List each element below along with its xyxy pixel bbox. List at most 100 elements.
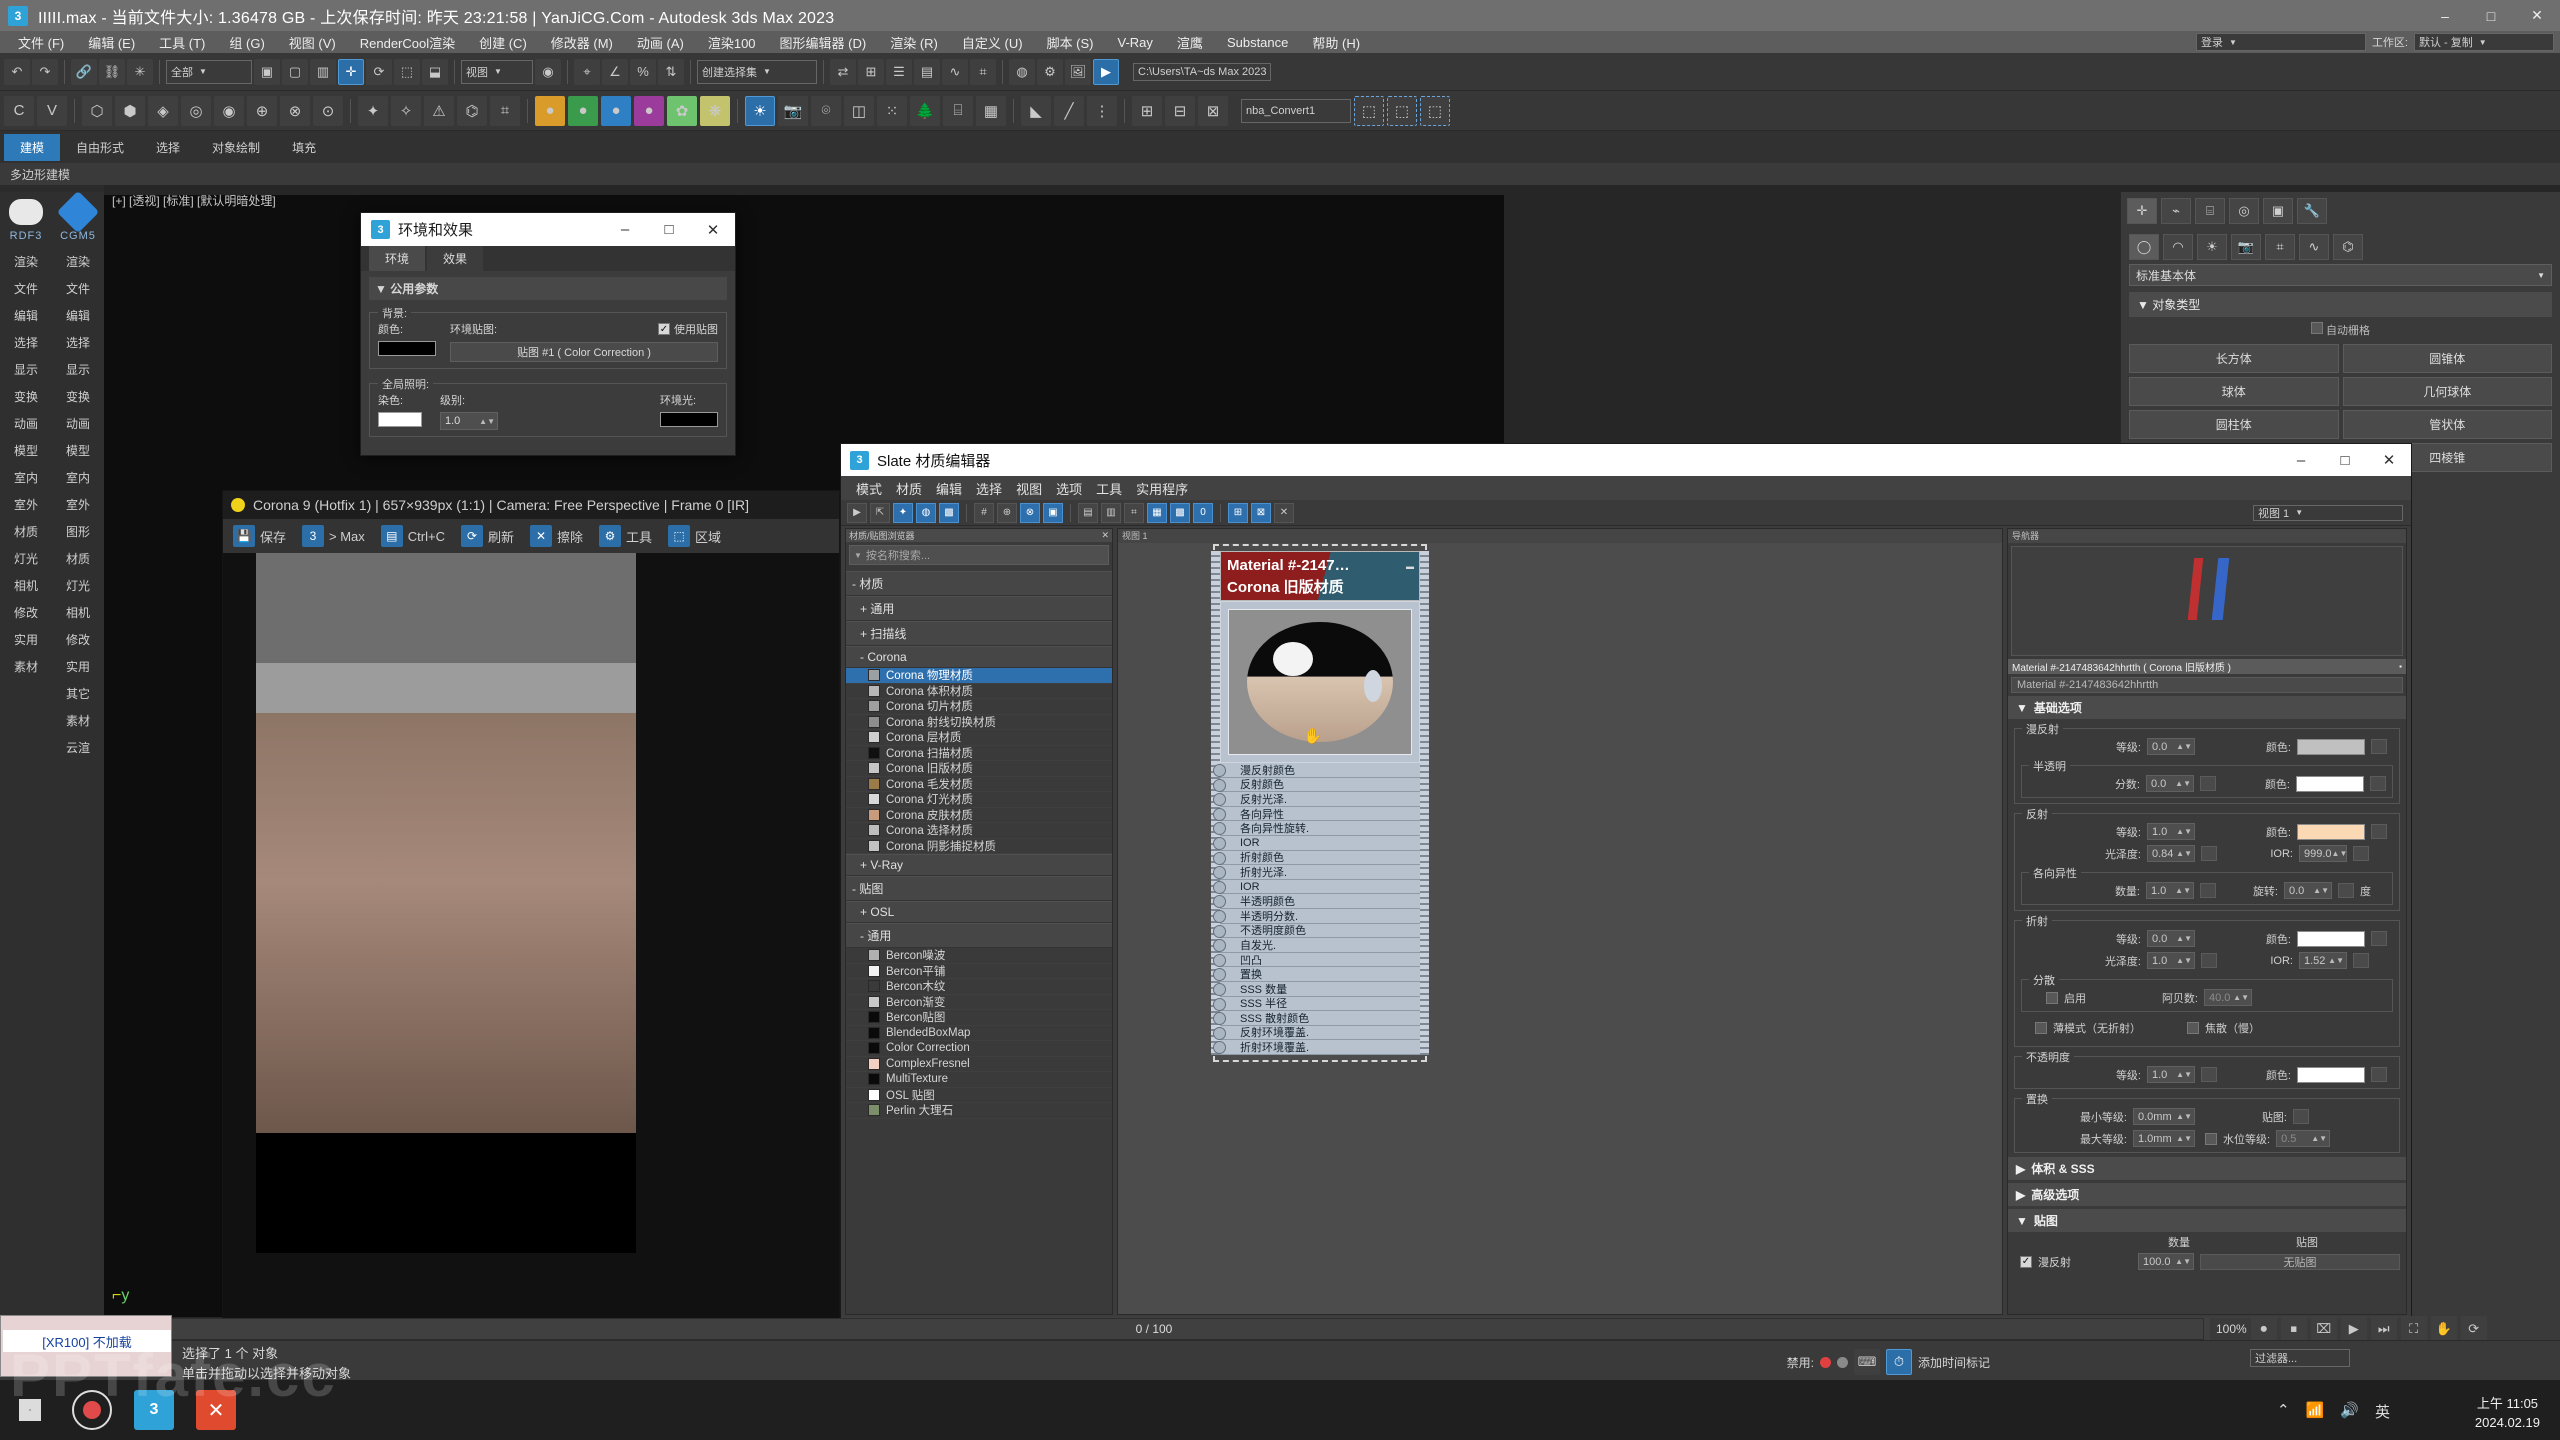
grid-toggle-icon[interactable]: ⊞ (1228, 502, 1248, 523)
script-toolbar-cgm5[interactable]: CGM5 渲染 文件 编辑 选择 显示 变换 动画 模型 室内 室外 图形 材质 灯光 相机 修改 实用 其它 素材… (52, 190, 104, 1340)
vfb-button-Ctrl+C[interactable]: ▤ Ctrl+C (375, 523, 451, 549)
show-shaded-icon[interactable]: ◍ (916, 502, 936, 523)
slate-menu-选择[interactable]: 选择 (969, 479, 1009, 498)
vbar-item-编辑[interactable]: 编辑 (66, 302, 90, 329)
spinner-arrows-icon[interactable]: ▲▼ (2332, 849, 2350, 858)
slot-connector-icon[interactable] (1213, 778, 1226, 792)
lights-icon[interactable]: ☀ (2197, 234, 2227, 260)
reference-coord-combo[interactable]: 视图 ▼ (461, 59, 533, 84)
windows-taskbar[interactable]: 3 ✕ 上午 11:05 2024.02.19 ⌃ 📶 🔊 英 (0, 1380, 2560, 1440)
lay-out-children-icon[interactable]: ⌗ (1124, 502, 1144, 523)
disp-max-spinner[interactable]: 1.0mm ▲▼ (2133, 1130, 2195, 1147)
selection-filter-combo[interactable]: 全部 ▼ (166, 59, 252, 84)
play-icon[interactable]: ▶ (2340, 1316, 2367, 1342)
vbar-item-室外[interactable]: 室外 (66, 491, 90, 518)
color-tool-2-icon[interactable]: ● (568, 95, 598, 126)
chevron-down-icon[interactable]: ▼ (854, 551, 862, 560)
systems-icon[interactable]: ⌬ (2333, 234, 2363, 260)
menu-item-0[interactable]: 文件 (F) (6, 33, 76, 52)
node-preview-panel[interactable]: ✋ (1220, 601, 1420, 763)
named-selection-combo[interactable]: 创建选择集 ▼ (697, 59, 817, 84)
vbar-item-动画[interactable]: 动画 (66, 410, 90, 437)
curve-editor-icon[interactable]: ∿ (942, 58, 968, 85)
command-panel-tabs[interactable]: ✛ ⌁ ⌸ ◎ ▣ 🔧 (2121, 192, 2560, 230)
node-slot-半透明颜色[interactable]: 半透明颜色 (1213, 894, 1420, 909)
window-controls[interactable]: – □ ✕ (2422, 0, 2560, 31)
spacewarps-icon[interactable]: ∿ (2299, 234, 2329, 260)
scatter-tool-icon[interactable]: ⁙ (877, 95, 907, 126)
diffuse-map-slot[interactable] (2371, 739, 2387, 754)
reflection-level-spinner[interactable]: 1.0 ▲▼ (2147, 823, 2195, 840)
ambient-color-swatch[interactable] (660, 412, 718, 427)
vfb-image-area[interactable] (223, 553, 839, 1319)
vbar-item-显示[interactable]: 显示 (66, 356, 90, 383)
layer-manager-icon[interactable]: ☰ (886, 58, 912, 85)
node-slot-折射颜色[interactable]: 折射颜色 (1213, 850, 1420, 866)
vbar-item-素材[interactable]: 素材 (14, 653, 38, 680)
ribbon-tab-填充[interactable]: 填充 (276, 134, 332, 161)
slate-menubar[interactable]: 模式 材质 编辑 选择 视图 选项 工具 实用程序 (841, 476, 2411, 500)
opacity-color-swatch[interactable] (2297, 1066, 2365, 1083)
show-map-icon[interactable]: ▥ (1101, 502, 1121, 523)
floor-tool-icon[interactable]: ▦ (976, 95, 1006, 126)
refraction-color-swatch[interactable] (2297, 930, 2365, 947)
menu-item-6[interactable]: 创建 (C) (467, 33, 539, 52)
vbar-item-云渲[interactable]: 云渲 (66, 734, 90, 761)
translucency-fraction-spinner[interactable]: 0.0 ▲▼ (2146, 775, 2194, 792)
zoom-extents-icon[interactable]: ⛶ (2400, 1316, 2427, 1342)
material-id-icon[interactable]: # (974, 502, 994, 523)
motion-tab[interactable]: ◎ (2229, 198, 2259, 224)
vbar-item-室外[interactable]: 室外 (14, 491, 38, 518)
script-tool-2-icon[interactable]: ✧ (391, 95, 421, 126)
object-button-几何球体[interactable]: 几何球体 (2342, 377, 2552, 406)
move-children-group-icon[interactable]: ▩ (1170, 502, 1190, 523)
menu-item-1[interactable]: 编辑 (E) (76, 33, 147, 52)
browser-item-Corona 毛发材质[interactable]: Corona 毛发材质 (846, 777, 1112, 792)
abbe-spinner[interactable]: 40.0 ▲▼ (2204, 989, 2252, 1006)
browser-item-MultiTexture[interactable]: MultiTexture (846, 1072, 1112, 1088)
vbar-item-室内[interactable]: 室内 (66, 464, 90, 491)
node-slot-各向异性旋转.[interactable]: 各向异性旋转. (1213, 821, 1420, 836)
refraction-ior-map-slot[interactable] (2353, 953, 2369, 968)
move-children-icon[interactable]: ⇱ (870, 502, 890, 523)
slot-connector-icon[interactable] (1213, 982, 1226, 996)
named-set-combo[interactable]: nba_Convert1 (1241, 98, 1351, 123)
plugin-toolbar[interactable]: C V ⬡ ⬢ ◈ ◎ ◉ ⊕ ⊗ ⊙ ✦ ✧ ⚠ ⌬ ⌗ ● ● ● ● ✿ … (0, 91, 2560, 131)
poly-tool-1-icon[interactable]: ⬡ (82, 95, 112, 126)
vfb-button-保存[interactable]: 💾 保存 (227, 523, 292, 549)
material-preview-sphere[interactable]: ✋ (1228, 609, 1412, 755)
environment-effects-dialog[interactable]: 3 环境和效果 – □ ✕ 环境 效果 ▼ 公用参数 背景: 颜色: 环境贴图:… (360, 212, 736, 456)
hierarchy-tab[interactable]: ⌸ (2195, 198, 2225, 224)
opacity-map-slot[interactable] (2371, 1067, 2387, 1082)
ribbon-tab-自由形式[interactable]: 自由形式 (60, 134, 140, 161)
material-editor-icon[interactable]: ◍ (1009, 58, 1035, 85)
maps-rollout-header[interactable]: ▼ 贴图 (2008, 1209, 2406, 1232)
spinner-arrows-icon[interactable]: ▲▼ (2176, 1070, 2194, 1079)
slate-close-button[interactable]: ✕ (2367, 444, 2411, 477)
delete-node-icon[interactable]: ✕ (1274, 502, 1294, 523)
node-slot-反射光泽.[interactable]: 反射光泽. (1213, 792, 1420, 807)
chevron-up-icon[interactable]: ⌃ (2277, 1401, 2290, 1422)
script-tool-5-icon[interactable]: ⌗ (490, 95, 520, 126)
script-tool-3-icon[interactable]: ⚠ (424, 95, 454, 126)
spinner-arrows-icon[interactable]: ▲▼ (479, 417, 497, 426)
node-slot-SSS 数量[interactable]: SSS 数量 (1213, 981, 1420, 997)
render-frame-icon[interactable]: 🖼 (1065, 58, 1091, 85)
key-mode-icon[interactable]: ⌨ (1853, 1349, 1880, 1375)
menu-item-2[interactable]: 工具 (T) (147, 33, 217, 52)
browser-item-Bercon木纹[interactable]: Bercon木纹 (846, 979, 1112, 995)
vbar-item-模型[interactable]: 模型 (14, 437, 38, 464)
checkbox-icon[interactable]: ✓ (2020, 1255, 2032, 1268)
reflection-color-swatch[interactable] (2297, 823, 2365, 840)
poly-tool-3-icon[interactable]: ◈ (148, 95, 178, 126)
tab-environment[interactable]: 环境 (369, 246, 426, 271)
vfb-toolbar[interactable]: 💾 保存 3 > Max ▤ Ctrl+C ⟳ 刷新 ✕ 擦除 ⚙ 工具 ⬚ 区域 (223, 519, 839, 553)
thin-mode-checkbox[interactable] (2035, 1022, 2047, 1034)
browser-item-Corona 阴影捕捉材质[interactable]: Corona 阴影捕捉材质 (846, 839, 1112, 854)
object-button-圆柱体[interactable]: 圆柱体 (2129, 410, 2339, 439)
browser-group-材质[interactable]: - 材质 (846, 571, 1112, 596)
percent-snap-icon[interactable]: % (630, 58, 656, 85)
reflection-map-slot[interactable] (2371, 824, 2387, 839)
pin-icon[interactable]: ▪ (2399, 662, 2402, 671)
spinner-arrows-icon[interactable]: ▲▼ (2176, 827, 2194, 836)
